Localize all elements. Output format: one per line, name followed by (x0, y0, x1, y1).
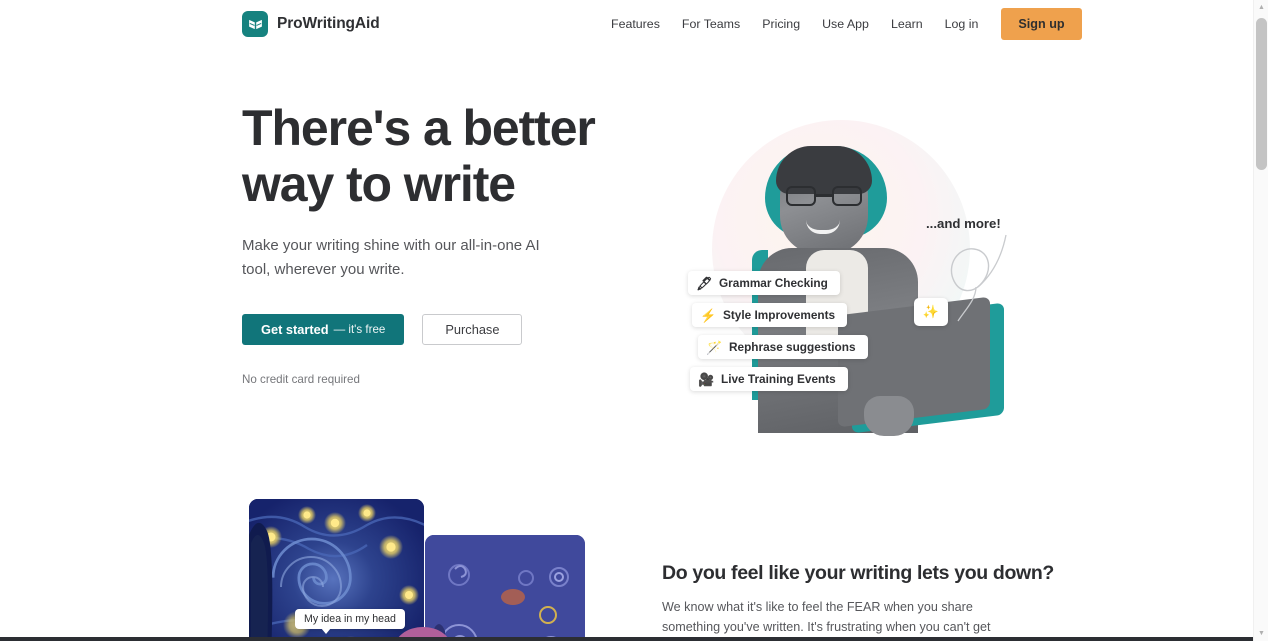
hero-copy: There's a better way to write Make your … (242, 100, 642, 386)
bottom-edge-bar (0, 637, 1253, 641)
nav-item-log-in[interactable]: Log in (934, 11, 990, 37)
feature-pill-style-improvements: ⚡ Style Improvements (692, 303, 848, 327)
sign-up-button[interactable]: Sign up (1001, 8, 1082, 40)
quill-pen-icon: 🖋 (696, 275, 713, 291)
hero-title-line-2: way to write (242, 156, 516, 212)
nav-item-pricing[interactable]: Pricing (751, 11, 811, 37)
hero-title: There's a better way to write (242, 100, 642, 212)
sparkle-icon: ✨ (922, 304, 940, 319)
feature-pill-rephrase-suggestions: 🪄 Rephrase suggestions (698, 335, 868, 359)
hero-subtitle: Make your writing shine with our all-in-… (242, 237, 540, 278)
nav-item-features[interactable]: Features (600, 11, 671, 37)
scroll-down-arrow-icon[interactable]: ▼ (1254, 626, 1268, 641)
nav-item-use-app[interactable]: Use App (811, 11, 880, 37)
get-started-free-suffix: — it's free (333, 323, 386, 336)
feature-pill-live-training-events: 🎥 Live Training Events (690, 367, 848, 391)
eyeglasses-icon (786, 186, 862, 206)
starry-night-comparison-graphic: My idea in my head (249, 499, 594, 641)
feature-pill-list: 🖋 Grammar Checking ⚡ Style Improvements … (688, 271, 868, 391)
section2-title: Do you feel like your writing lets you d… (662, 562, 1054, 584)
video-camera-icon: 🎥 (698, 371, 715, 387)
feature-pill-grammar-checking: 🖋 Grammar Checking (688, 271, 840, 295)
feature-pill-label: Style Improvements (723, 308, 836, 322)
glasses-bridge (816, 194, 832, 197)
simplified-painting-card (425, 535, 585, 641)
get-started-button[interactable]: Get started — it's free (242, 314, 405, 345)
lens-left (786, 186, 816, 206)
sparkle-card: ✨ (914, 298, 948, 326)
page-root: ProWritingAid Features For Teams Pricing… (0, 0, 1268, 641)
feature-pill-label: Live Training Events (721, 372, 836, 386)
hero-section: There's a better way to write Make your … (0, 48, 1253, 478)
brand-name: ProWritingAid (277, 15, 380, 32)
page-scrollbar[interactable]: ▲ ▼ (1253, 0, 1268, 641)
scrollbar-thumb[interactable] (1256, 18, 1267, 170)
purchase-button[interactable]: Purchase (422, 314, 523, 345)
feature-pill-label: Rephrase suggestions (729, 340, 856, 354)
section2-body: We know what it's like to feel the FEAR … (662, 600, 991, 641)
idea-in-my-head-label: My idea in my head (295, 609, 405, 634)
nav-item-for-teams[interactable]: For Teams (671, 11, 751, 37)
person-hand (864, 396, 914, 436)
hero-illustration: ...and more! ✨ 🖋 Grammar Checking ⚡ Styl… (648, 98, 1048, 438)
get-started-label: Get started (261, 322, 329, 337)
and-more-callout: ...and more! (926, 216, 1001, 231)
magic-wand-icon: 🪄 (706, 339, 723, 355)
section2-copy: Do you feel like your writing lets you d… (662, 562, 1054, 641)
hero-title-line-1: There's a better (242, 100, 596, 156)
writing-lets-you-down-section: My idea in my head Do you feel like your… (0, 478, 1253, 641)
lightning-bolt-icon: ⚡ (700, 307, 717, 323)
site-header: ProWritingAid Features For Teams Pricing… (0, 0, 1253, 48)
scroll-up-arrow-icon[interactable]: ▲ (1254, 0, 1268, 15)
balloon-string-decoration (932, 233, 1052, 343)
no-credit-card-note: No credit card required (242, 373, 360, 386)
main-navigation: Features For Teams Pricing Use App Learn… (600, 0, 1082, 48)
hero-action-buttons: Get started — it's free Purchase (242, 314, 642, 345)
brand-logo-link[interactable]: ProWritingAid (242, 11, 380, 37)
feature-pill-label: Grammar Checking (719, 276, 828, 290)
book-check-logo-icon (242, 11, 268, 37)
nav-item-learn[interactable]: Learn (880, 11, 934, 37)
lens-right (832, 186, 862, 206)
